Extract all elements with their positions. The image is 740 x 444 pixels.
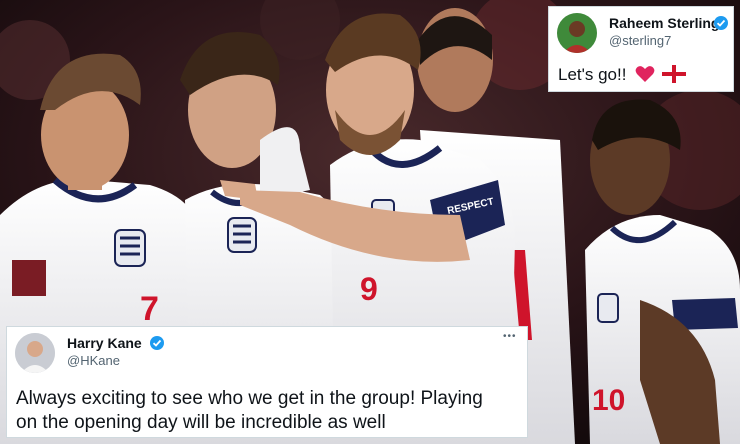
tweet-text-line: Always exciting to see who we get in the… (16, 388, 483, 409)
kit-number-10: 10 (592, 384, 625, 417)
kit-number-7: 7 (140, 290, 159, 328)
tweet-text-content: Let's go!! (558, 65, 627, 84)
author-name[interactable]: Harry Kane (67, 335, 142, 351)
avatar-image (557, 13, 597, 53)
author-handle[interactable]: @sterling7 (609, 33, 671, 48)
tweet-card-kane[interactable]: Harry Kane @HKane ••• Always exciting to… (6, 326, 528, 438)
author-handle[interactable]: @HKane (67, 353, 120, 368)
kit-number-9: 9 (360, 271, 378, 307)
red-heart-icon (635, 66, 655, 82)
tweet-text: Always exciting to see who we get in the… (16, 387, 483, 435)
author-name[interactable]: Raheem Sterling (609, 15, 719, 31)
avatar[interactable] (557, 13, 597, 53)
tweet-text: Let's go!! (558, 65, 686, 85)
england-flag-icon (661, 65, 686, 83)
verified-badge-icon (714, 16, 728, 30)
avatar[interactable] (15, 333, 55, 373)
tweet-text-line: on the opening day will be incredible as… (16, 412, 386, 433)
more-options-button[interactable]: ••• (503, 331, 517, 342)
tweet-card-sterling[interactable]: Raheem Sterling @sterling7 Let's go!! (548, 6, 734, 92)
avatar-image (15, 333, 55, 373)
verified-badge-icon (150, 336, 164, 350)
